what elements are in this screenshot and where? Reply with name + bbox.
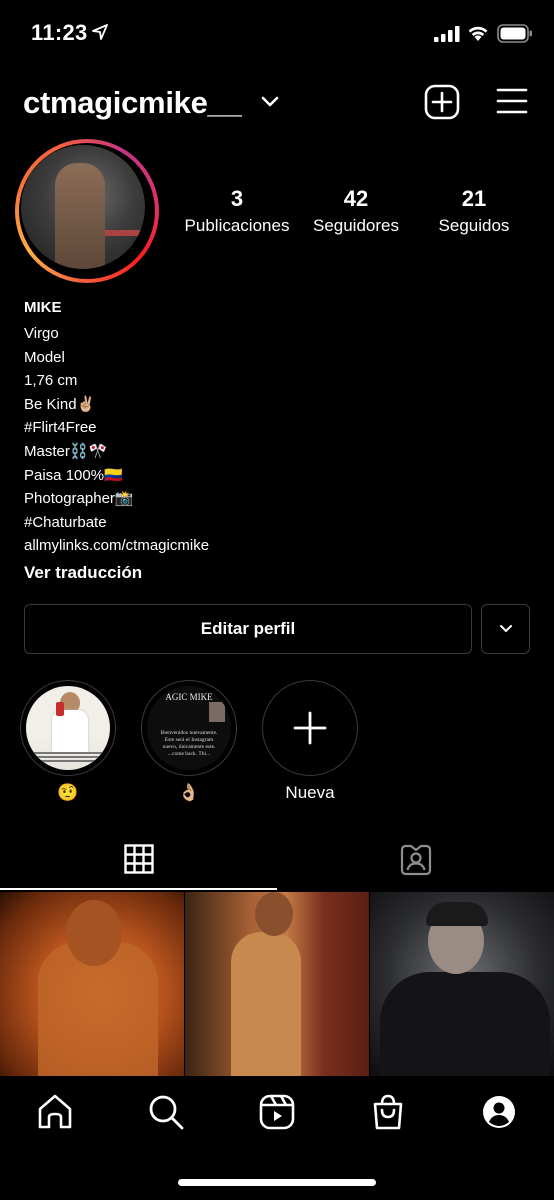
profile-tabs [0, 834, 554, 892]
chevron-down-icon [500, 625, 512, 632]
stat-posts-count: 3 [230, 186, 244, 211]
status-bar: 11:23 [0, 0, 554, 66]
profile-avatar[interactable] [15, 139, 159, 283]
profile-bio: MIKE Virgo Model 1,76 cm Be Kind✌🏼 #Flir… [24, 298, 524, 586]
bio-line: Be Kind✌🏼 [24, 395, 96, 413]
suggested-accounts-button[interactable] [481, 604, 530, 654]
shopping-bag-icon[interactable] [369, 1093, 407, 1131]
highlight-label: 🤨 [57, 783, 79, 802]
bio-line: Paisa 100%🇨🇴 [24, 466, 123, 484]
search-icon[interactable] [147, 1093, 185, 1131]
highlight-label: 👌🏼 [178, 783, 200, 802]
highlight-text-lines [34, 752, 104, 754]
post-subject-hair [426, 902, 488, 926]
bio-line: Master⛓️🎌 [24, 442, 108, 460]
story-highlight[interactable]: AGIC MIKE Bienvenidos nuevamente. Este s… [141, 680, 237, 805]
story-highlight[interactable]: 🤨 [20, 680, 116, 805]
avatar-person [55, 163, 105, 269]
highlight-cover-photo [209, 702, 225, 722]
stat-followers-label: Seguidores [312, 216, 399, 235]
highlight-ring [20, 680, 116, 776]
highlight-cover-title: AGIC MIKE [165, 692, 213, 702]
new-highlight-button[interactable]: Nueva [262, 680, 358, 805]
see-translation-link[interactable]: Ver traducción [24, 560, 524, 586]
profile-icon[interactable] [480, 1093, 518, 1131]
post-subject [380, 972, 550, 1076]
post-subject-face [66, 900, 122, 966]
edit-profile-button[interactable]: Editar perfil [24, 604, 472, 654]
bio-line: Model [24, 348, 65, 366]
active-tab-indicator [0, 888, 277, 890]
chevron-down-icon[interactable] [261, 95, 279, 109]
bio-line: #Chaturbate [24, 513, 107, 531]
home-icon[interactable] [36, 1093, 74, 1131]
highlight-cover-text: Bienvenidos nuevamente. Este será el Ins… [160, 730, 218, 757]
grid-icon[interactable] [124, 844, 154, 874]
avatar-photo [21, 145, 145, 269]
bio-line: Photographer📸 [24, 490, 134, 508]
hamburger-menu-icon[interactable] [496, 87, 528, 115]
location-arrow-icon [92, 24, 108, 40]
highlight-label: Nueva [285, 783, 335, 802]
highlight-ring: AGIC MIKE Bienvenidos nuevamente. Este s… [141, 680, 237, 776]
home-indicator[interactable] [178, 1179, 376, 1186]
plus-square-icon[interactable] [424, 84, 460, 120]
highlight-phone [56, 702, 64, 716]
highlight-ring [262, 680, 358, 776]
stat-following-count: 21 [461, 186, 487, 211]
stat-posts-label: Publicaciones [184, 216, 290, 235]
reels-icon[interactable] [258, 1093, 296, 1131]
post-thumbnail[interactable] [185, 892, 369, 1076]
post-thumbnail[interactable] [0, 892, 184, 1076]
status-time: 11:23 [31, 20, 88, 45]
bio-line: #Flirt4Free [24, 419, 97, 437]
post-thumbnail[interactable] [370, 892, 554, 1076]
stat-following-label: Seguidos [438, 216, 510, 235]
post-subject-face [255, 892, 293, 936]
wifi-icon [468, 26, 488, 41]
signal-icon [434, 26, 460, 42]
tagged-person-icon[interactable] [400, 844, 432, 876]
bio-line: 1,76 cm [24, 372, 78, 390]
username-switcher[interactable]: ctmagicmike__ [23, 85, 242, 121]
bio-line: Virgo [24, 325, 59, 342]
highlight-person-shirt [52, 710, 88, 752]
post-subject [231, 932, 301, 1076]
bio-name-text: MIKE [24, 299, 62, 316]
bio-name: MIKE [24, 298, 524, 322]
battery-icon [497, 24, 532, 43]
highlight-cover: AGIC MIKE Bienvenidos nuevamente. Este s… [147, 686, 231, 770]
bio-link[interactable]: allmylinks.com/ctmagicmike [24, 534, 524, 558]
plus-icon [293, 711, 326, 744]
highlight-cover [26, 686, 110, 770]
posts-grid [0, 892, 554, 1076]
profile-header: ctmagicmike__ [0, 78, 554, 130]
stat-followers-count: 42 [343, 186, 369, 211]
